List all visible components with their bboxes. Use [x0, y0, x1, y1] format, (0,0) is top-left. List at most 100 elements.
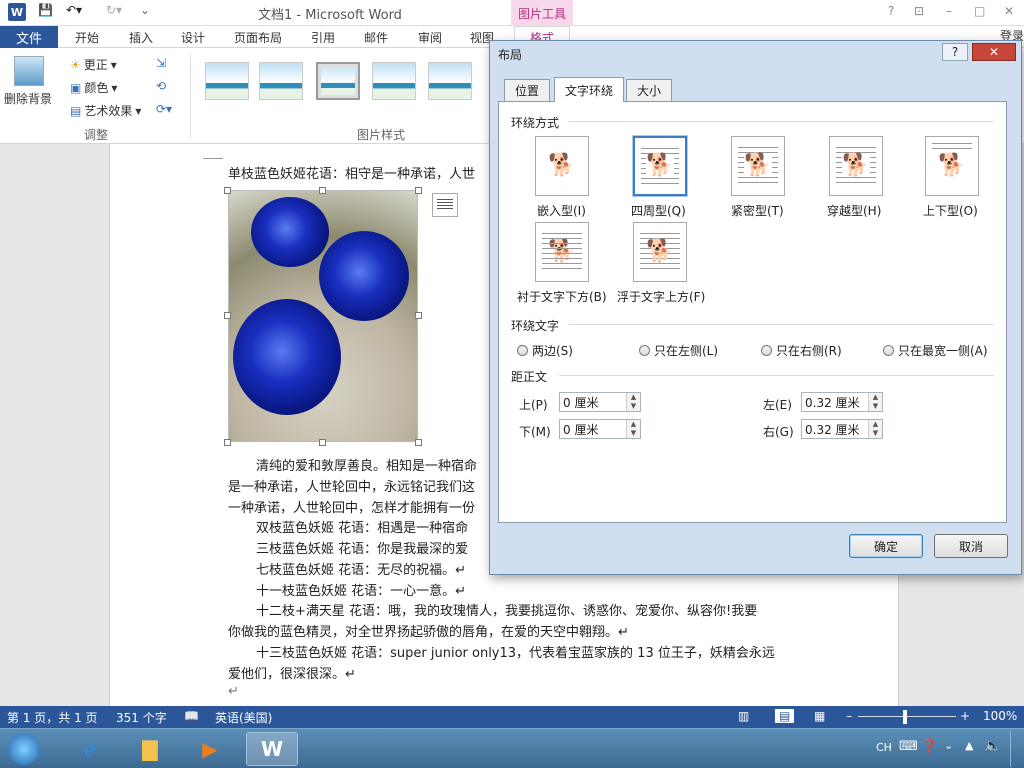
tab-design[interactable]: 设计	[181, 29, 205, 46]
color-button[interactable]: ▣ 颜色 ▾	[70, 79, 117, 96]
zoom-slider-thumb[interactable]	[903, 710, 907, 724]
dialog-help-button[interactable]: ?	[942, 43, 968, 61]
customize-qat-icon[interactable]: ⌄	[140, 3, 158, 17]
change-picture-icon[interactable]: ⟲	[156, 79, 166, 93]
picture-style-thumb[interactable]	[316, 62, 360, 100]
ribbon-display-icon[interactable]: ⊡	[914, 4, 924, 18]
reset-picture-icon[interactable]: ⟳▾	[156, 102, 172, 116]
distance-left-input[interactable]: 0.32 厘米 ▲ ▼	[801, 392, 883, 412]
tab-mailings[interactable]: 邮件	[364, 29, 388, 46]
compress-pictures-icon[interactable]: ⇲	[156, 56, 166, 70]
wrap-largest-side-radio[interactable]: 只在最宽一侧(A)	[883, 342, 988, 359]
wrap-square-option[interactable]: 🐕	[633, 136, 687, 196]
spinner-arrows-icon[interactable]: ▲ ▼	[868, 393, 882, 411]
distance-right-input[interactable]: 0.32 厘米 ▲ ▼	[801, 419, 883, 439]
doc-line: 你做我的蓝色精灵，对全世界扬起骄傲的唇角，在爱的天空中翱翔。↵	[228, 625, 629, 640]
section-divider	[569, 121, 994, 122]
distance-bottom-input[interactable]: 0 厘米 ▲ ▼	[559, 419, 641, 439]
layout-options-icon[interactable]	[432, 193, 458, 217]
word-count[interactable]: 351 个字	[116, 709, 167, 726]
word-logo-icon[interactable]: W	[8, 3, 26, 21]
spinner-arrows-icon[interactable]: ▲ ▼	[626, 393, 640, 411]
maximize-icon[interactable]: □	[974, 4, 985, 18]
picture-style-thumb[interactable]	[259, 62, 303, 100]
word-taskbar-icon[interactable]: W	[246, 732, 298, 766]
zoom-level[interactable]: 100%	[983, 709, 1017, 723]
input-method-indicator[interactable]: CH	[876, 741, 892, 754]
layout-dialog: 布局 ? ✕ 位置 文字环绕 大小 环绕方式 🐕 嵌入型(I) 🐕 四周型(Q)…	[489, 40, 1022, 575]
wrap-top-bottom-option[interactable]: 🐕	[925, 136, 979, 196]
proofing-icon[interactable]: 📖	[184, 709, 199, 723]
start-button-icon[interactable]	[0, 732, 48, 766]
tab-page-layout[interactable]: 页面布局	[234, 29, 282, 46]
tab-text-wrapping[interactable]: 文字环绕	[554, 77, 625, 102]
save-icon[interactable]: 💾	[38, 3, 56, 17]
redo-icon[interactable]: ↻▾	[106, 3, 134, 17]
tab-review[interactable]: 审阅	[418, 29, 442, 46]
minimize-icon[interactable]: –	[946, 4, 952, 18]
web-layout-icon[interactable]: ▦	[814, 709, 825, 723]
resize-handle[interactable]	[319, 187, 326, 194]
tab-references[interactable]: 引用	[311, 29, 335, 46]
volume-icon[interactable]: 🔈	[984, 738, 1001, 754]
picture-style-thumb[interactable]	[428, 62, 472, 100]
spinner-arrows-icon[interactable]: ▲ ▼	[868, 420, 882, 438]
zoom-slider-track[interactable]	[858, 716, 956, 717]
radio-circle	[639, 345, 650, 356]
wrap-inline-option[interactable]: 🐕	[535, 136, 589, 196]
doc-line: 三枝蓝色妖姬 花语：你是我最深的爱	[256, 542, 469, 557]
dialog-body: 环绕方式 🐕 嵌入型(I) 🐕 四周型(Q) 🐕 紧密型(T) 🐕 穿越型(H)…	[498, 101, 1007, 523]
doc-line: 清纯的爱和敦厚善良。相知是一种宿命	[256, 459, 478, 474]
show-hidden-icons-icon[interactable]: ▲	[965, 739, 973, 752]
resize-handle[interactable]	[319, 439, 326, 446]
internet-explorer-icon[interactable]: ℯ	[64, 732, 116, 766]
help-icon[interactable]: ?	[888, 4, 894, 18]
tab-position[interactable]: 位置	[504, 79, 551, 101]
zoom-out-icon[interactable]: –	[846, 709, 852, 723]
wrap-right-only-radio[interactable]: 只在右侧(R)	[761, 342, 842, 359]
wrap-inline-label: 嵌入型(I)	[537, 204, 586, 218]
wrap-in-front-option[interactable]: 🐕	[633, 222, 687, 282]
help-tray-icon[interactable]: ❓	[921, 739, 937, 754]
zoom-in-icon[interactable]: +	[960, 709, 970, 723]
rose-photo[interactable]	[228, 190, 418, 442]
media-player-icon[interactable]: ▶	[184, 732, 236, 766]
wrap-tight-option[interactable]: 🐕	[731, 136, 785, 196]
wrap-behind-text-option[interactable]: 🐕	[535, 222, 589, 282]
resize-handle[interactable]	[224, 439, 231, 446]
wrap-left-only-radio[interactable]: 只在左侧(L)	[639, 342, 718, 359]
distance-top-input[interactable]: 0 厘米 ▲ ▼	[559, 392, 641, 412]
resize-handle[interactable]	[224, 187, 231, 194]
language-bar-icon[interactable]: ⌄	[944, 739, 953, 752]
spinner-arrows-icon[interactable]: ▲ ▼	[626, 420, 640, 438]
ok-button[interactable]: 确定	[849, 534, 923, 558]
keyboard-icon[interactable]: ⌨	[899, 739, 918, 754]
dialog-close-button[interactable]: ✕	[972, 43, 1016, 61]
cancel-button[interactable]: 取消	[934, 534, 1008, 558]
resize-handle[interactable]	[415, 312, 422, 319]
remove-background-button[interactable]: 删除背景	[4, 90, 52, 107]
page-count[interactable]: 第 1 页，共 1 页	[7, 709, 98, 726]
tab-home[interactable]: 开始	[75, 29, 99, 46]
show-desktop-button[interactable]	[1010, 731, 1022, 767]
margin-marker	[203, 158, 223, 159]
tab-file[interactable]: 文件	[0, 26, 58, 48]
corrections-button[interactable]: ☀ 更正 ▾	[70, 56, 117, 73]
picture-style-thumb[interactable]	[372, 62, 416, 100]
undo-icon[interactable]: ↶▾	[66, 3, 94, 17]
artistic-effects-button[interactable]: ▤ 艺术效果 ▾	[70, 102, 141, 119]
tab-insert[interactable]: 插入	[129, 29, 153, 46]
wrap-both-sides-radio[interactable]: 两边(S)	[517, 342, 573, 359]
resize-handle[interactable]	[415, 439, 422, 446]
file-explorer-icon[interactable]: ▇	[124, 732, 176, 766]
resize-handle[interactable]	[415, 187, 422, 194]
remove-background-icon[interactable]	[14, 56, 44, 86]
wrap-through-option[interactable]: 🐕	[829, 136, 883, 196]
tab-size[interactable]: 大小	[626, 79, 673, 101]
read-mode-icon[interactable]: ▥	[738, 709, 749, 723]
print-layout-icon[interactable]: ▤	[775, 709, 795, 723]
picture-style-thumb[interactable]	[205, 62, 249, 100]
resize-handle[interactable]	[224, 312, 231, 319]
close-window-icon[interactable]: ✕	[1004, 4, 1014, 18]
language-indicator[interactable]: 英语(美国)	[215, 709, 272, 726]
